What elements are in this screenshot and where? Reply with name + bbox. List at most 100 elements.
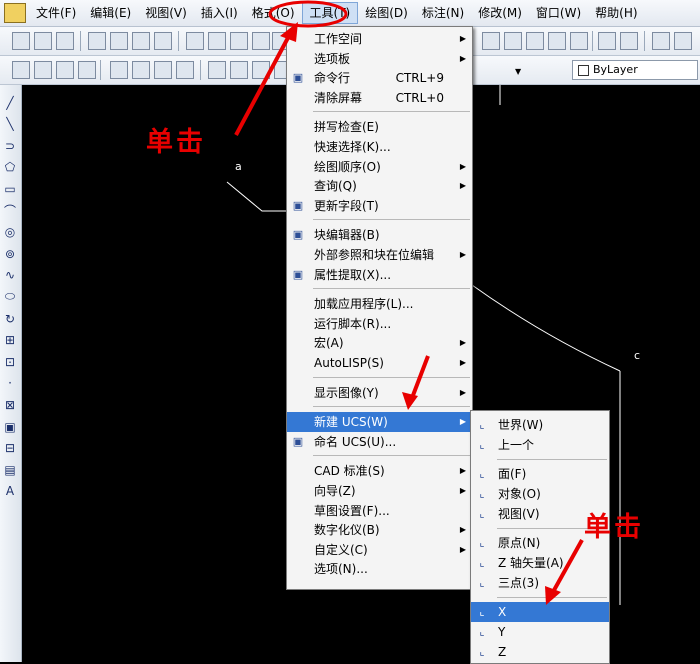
draw-tool-icon-18[interactable]: ▤ <box>2 462 18 477</box>
menu-item-8[interactable]: ⌞ Z 轴矢量(A) <box>471 553 609 573</box>
draw-tool-icon-17[interactable]: ⊟ <box>2 441 18 456</box>
draw-tool-icon-1[interactable]: ╱ <box>2 95 18 110</box>
menu-item-12[interactable]: ⌞ Y <box>471 622 609 642</box>
dim-button-icon-6[interactable] <box>110 61 128 79</box>
dim-button-icon-13[interactable] <box>252 61 270 79</box>
menu-item-12[interactable]: 外部参照和块在位编辑 ▶ <box>287 245 472 265</box>
menu-item-30[interactable]: 选项(N)... <box>287 559 472 579</box>
draw-tool-icon-15[interactable]: ⊠ <box>2 397 18 412</box>
combo-arrow-icon[interactable]: ▼ <box>515 67 521 76</box>
draw-tool-icon-8[interactable]: ⊚ <box>2 246 18 261</box>
layer-combo[interactable]: ByLayer <box>572 60 698 80</box>
menu-item-1[interactable]: 选项板 ▶ <box>287 49 472 69</box>
draw-tool-icon-5[interactable]: ▭ <box>2 181 18 196</box>
std-button-icon-15[interactable] <box>482 32 500 50</box>
menu-item-17[interactable]: 宏(A) ▶ <box>287 333 472 353</box>
menu-item-25[interactable]: CAD 标准(S) ▶ <box>287 461 472 481</box>
dim-button-icon-3[interactable] <box>56 61 74 79</box>
dim-button-icon-4[interactable] <box>78 61 96 79</box>
menu-view[interactable]: 视图(V) <box>138 2 194 24</box>
menu-item-8[interactable]: 查询(Q) ▶ <box>287 176 472 196</box>
draw-tool-icon-9[interactable]: ∿ <box>2 268 18 283</box>
menu-insert[interactable]: 插入(I) <box>194 2 245 24</box>
menu-item-shortcut: CTRL+0 <box>395 90 444 105</box>
draw-tool-icon-14[interactable]: · <box>2 376 18 391</box>
toolbar-separator <box>178 31 179 51</box>
dim-button-icon-8[interactable] <box>154 61 172 79</box>
menu-item-26[interactable]: 向导(Z) ▶ <box>287 481 472 501</box>
menu-item-13[interactable]: ▣ 属性提取(X)... <box>287 265 472 285</box>
std-button-icon-11[interactable] <box>208 32 226 50</box>
menu-item-4[interactable]: ⌞ 对象(O) <box>471 484 609 504</box>
std-button-icon-17[interactable] <box>526 32 544 50</box>
std-button-icon-3[interactable] <box>56 32 74 50</box>
menu-window[interactable]: 窗口(W) <box>529 2 588 24</box>
menu-item-0[interactable]: 工作空间 ▶ <box>287 29 472 49</box>
draw-tool-icon-19[interactable]: A <box>2 484 18 499</box>
menu-item-28[interactable]: 数字化仪(B) ▶ <box>287 520 472 540</box>
draw-tool-icon-4[interactable]: ⬠ <box>2 160 18 175</box>
menu-item-11[interactable]: ▣ 块编辑器(B) <box>287 225 472 245</box>
std-button-icon-25[interactable] <box>674 32 692 50</box>
std-button-icon-16[interactable] <box>504 32 522 50</box>
std-button-icon-13[interactable] <box>252 32 270 50</box>
draw-tool-icon-13[interactable]: ⊡ <box>2 354 18 369</box>
draw-tool-icon-3[interactable]: ⊃ <box>2 138 18 153</box>
menu-item-0[interactable]: ⌞ 世界(W) <box>471 415 609 435</box>
menu-item-15[interactable]: 加载应用程序(L)... <box>287 294 472 314</box>
draw-tool-icon-16[interactable]: ▣ <box>2 419 18 434</box>
menu-item-1[interactable]: ⌞ 上一个 <box>471 435 609 455</box>
std-button-icon-12[interactable] <box>230 32 248 50</box>
dim-button-icon-9[interactable] <box>176 61 194 79</box>
std-button-icon-6[interactable] <box>110 32 128 50</box>
app-icon[interactable] <box>4 3 26 23</box>
std-button-icon-19[interactable] <box>570 32 588 50</box>
dim-button-icon-11[interactable] <box>208 61 226 79</box>
std-button-icon-8[interactable] <box>154 32 172 50</box>
draw-tool-icon-2[interactable]: ╲ <box>2 117 18 132</box>
menu-help[interactable]: 帮助(H) <box>588 2 644 24</box>
menu-draw[interactable]: 绘图(D) <box>358 2 415 24</box>
menu-item-7[interactable]: 绘图顺序(O) ▶ <box>287 157 472 177</box>
std-button-icon-1[interactable] <box>12 32 30 50</box>
menu-item-16[interactable]: 运行脚本(R)... <box>287 314 472 334</box>
menu-item-27[interactable]: 草图设置(F)... <box>287 501 472 521</box>
draw-tool-icon-11[interactable]: ↻ <box>2 311 18 326</box>
menu-item-6[interactable]: 快速选择(K)... <box>287 137 472 157</box>
menu-item-5[interactable]: 拼写检查(E) <box>287 117 472 137</box>
std-button-icon-10[interactable] <box>186 32 204 50</box>
dim-button-icon-12[interactable] <box>230 61 248 79</box>
draw-tool-icon-7[interactable]: ◎ <box>2 225 18 240</box>
menu-item-11[interactable]: ⌞ X <box>471 602 609 622</box>
draw-tool-icon-10[interactable]: ⬭ <box>2 289 18 304</box>
std-button-icon-22[interactable] <box>620 32 638 50</box>
menu-format[interactable]: 格式(O) <box>245 2 302 24</box>
menu-item-29[interactable]: 自定义(C) ▶ <box>287 540 472 560</box>
menu-item-9[interactable]: ▣ 更新字段(T) <box>287 196 472 216</box>
menu-item-3[interactable]: 清除屏幕 CTRL+0 <box>287 88 472 108</box>
menu-item-20[interactable]: 显示图像(Y) ▶ <box>287 383 472 403</box>
dim-button-icon-2[interactable] <box>34 61 52 79</box>
menu-item-23[interactable]: ▣ 命名 UCS(U)... <box>287 432 472 452</box>
menu-item-22[interactable]: 新建 UCS(W) ▶ <box>287 412 472 433</box>
menu-item-3[interactable]: ⌞ 面(F) <box>471 464 609 484</box>
dim-button-icon-1[interactable] <box>12 61 30 79</box>
std-button-icon-7[interactable] <box>132 32 150 50</box>
draw-tool-icon-12[interactable]: ⊞ <box>2 333 18 348</box>
std-button-icon-5[interactable] <box>88 32 106 50</box>
dim-button-icon-7[interactable] <box>132 61 150 79</box>
menu-dimension[interactable]: 标注(N) <box>415 2 471 24</box>
menu-modify[interactable]: 修改(M) <box>471 2 529 24</box>
std-button-icon-21[interactable] <box>598 32 616 50</box>
draw-tool-icon-6[interactable]: ⌒ <box>2 203 18 218</box>
menu-item-2[interactable]: ▣ 命令行 CTRL+9 <box>287 68 472 88</box>
menu-item-13[interactable]: ⌞ Z <box>471 642 609 662</box>
menu-edit[interactable]: 编辑(E) <box>83 2 138 24</box>
menu-item-9[interactable]: ⌞ 三点(3) <box>471 573 609 593</box>
std-button-icon-24[interactable] <box>652 32 670 50</box>
menu-tools[interactable]: 工具(T) <box>301 2 359 24</box>
menu-item-18[interactable]: AutoLISP(S) ▶ <box>287 353 472 373</box>
std-button-icon-2[interactable] <box>34 32 52 50</box>
menu-file[interactable]: 文件(F) <box>29 2 83 24</box>
std-button-icon-18[interactable] <box>548 32 566 50</box>
